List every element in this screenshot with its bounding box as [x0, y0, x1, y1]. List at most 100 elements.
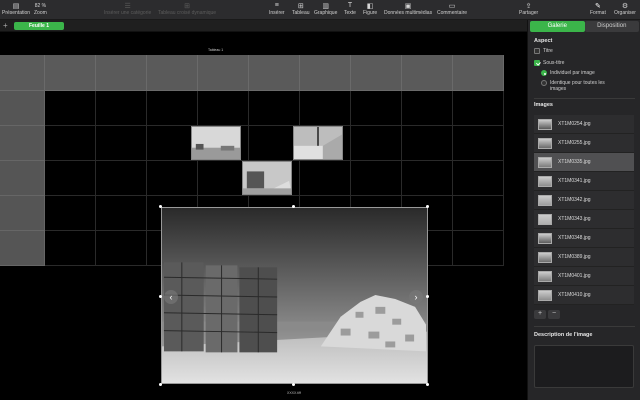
add-sheet-button[interactable]: + — [3, 20, 8, 32]
subtitle-checkbox[interactable] — [534, 60, 540, 66]
table-cell[interactable] — [453, 161, 504, 196]
table-title[interactable]: Tableau 1 — [208, 48, 223, 52]
table-cell[interactable] — [0, 91, 45, 126]
table-cell[interactable] — [300, 161, 351, 196]
table-cell[interactable] — [351, 126, 402, 161]
subtitle-option[interactable]: Sous-titre — [534, 60, 564, 66]
image-list-item[interactable]: XT1M0348.jpg — [534, 229, 634, 248]
table-cell[interactable] — [96, 196, 147, 231]
image-list-item[interactable]: XT1M0401.jpg — [534, 267, 634, 286]
table-cell[interactable] — [351, 91, 402, 126]
per-image-radio[interactable] — [541, 70, 547, 76]
table-cell[interactable] — [198, 55, 249, 91]
table-cell[interactable] — [96, 231, 147, 266]
resize-handle-br[interactable] — [426, 383, 429, 386]
tab-gallery[interactable]: Galerie — [530, 21, 585, 32]
resize-handle-top[interactable] — [292, 205, 295, 208]
resize-handle-bottom[interactable] — [292, 383, 295, 386]
title-option[interactable]: Titre — [534, 48, 553, 54]
table-cell[interactable] — [96, 161, 147, 196]
table-cell[interactable] — [45, 91, 96, 126]
table-cell[interactable] — [300, 55, 351, 91]
resize-handle-bl[interactable] — [159, 383, 162, 386]
table-cell[interactable] — [198, 91, 249, 126]
table-cell[interactable] — [0, 231, 45, 266]
table-cell[interactable] — [402, 126, 453, 161]
per-image-option[interactable]: Individuel par image — [541, 70, 595, 76]
resize-handle-tr[interactable] — [426, 205, 429, 208]
table-cell[interactable] — [300, 91, 351, 126]
table-cell[interactable] — [147, 55, 198, 91]
table-cell[interactable] — [402, 161, 453, 196]
resize-handle-right[interactable] — [426, 295, 429, 298]
add-image-button[interactable]: + — [534, 310, 546, 319]
images-list[interactable]: XT1M0254.jpg XT1M0255.jpg XT1M0335.jpg XT1M… — [534, 115, 634, 305]
table-cell[interactable] — [0, 126, 45, 161]
table-cell[interactable] — [249, 55, 300, 91]
table-cell[interactable] — [147, 91, 198, 126]
table-cell[interactable] — [0, 161, 45, 196]
image-list-item[interactable]: XT1M0335.jpg — [534, 153, 634, 172]
title-checkbox[interactable] — [534, 48, 540, 54]
image-list-item[interactable]: XT1M0341.jpg — [534, 172, 634, 191]
table-cell[interactable] — [96, 55, 147, 91]
table-cell[interactable] — [402, 55, 453, 91]
cell-image-3[interactable] — [242, 161, 292, 195]
same-for-all-option[interactable]: Identique pour toutes les images — [541, 80, 631, 92]
format-button[interactable]: ✎ Format — [590, 1, 606, 17]
table-cell[interactable] — [147, 161, 198, 196]
share-button[interactable]: ⇪ Partager — [519, 1, 538, 17]
table-cell[interactable] — [351, 161, 402, 196]
table-cell[interactable] — [453, 55, 504, 91]
resize-handle-tl[interactable] — [159, 205, 162, 208]
table-cell[interactable] — [45, 196, 96, 231]
shape-button[interactable]: ◧ Figure — [363, 1, 377, 17]
next-image-button[interactable]: › — [409, 290, 423, 304]
zoom-control[interactable]: 82 % Zoom — [34, 1, 47, 17]
table-cell[interactable] — [0, 196, 45, 231]
gallery-main-image[interactable] — [161, 207, 428, 384]
table-cell[interactable] — [453, 91, 504, 126]
resize-handle-left[interactable] — [159, 295, 162, 298]
table-cell[interactable] — [96, 126, 147, 161]
insert-button[interactable]: ≡ Insérer — [269, 1, 285, 16]
table-cell[interactable] — [453, 196, 504, 231]
image-list-item[interactable]: XT1M0343.jpg — [534, 210, 634, 229]
previous-image-button[interactable]: ‹ — [164, 290, 178, 304]
table-cell[interactable] — [45, 161, 96, 196]
shape-icon: ◧ — [366, 2, 374, 10]
tab-sheet-1[interactable]: Feuille 1 — [14, 22, 64, 30]
same-for-all-radio[interactable] — [541, 80, 547, 86]
table-cell[interactable] — [96, 91, 147, 126]
image-list-item[interactable]: XT1M0389.jpg — [534, 248, 634, 267]
table-cell[interactable] — [402, 91, 453, 126]
comment-button[interactable]: ▭ Commentaire — [437, 1, 467, 17]
cell-image-2[interactable] — [293, 126, 343, 160]
pivot-table-button[interactable]: ⊞ Tableau croisé dynamique — [158, 1, 216, 17]
table-cell[interactable] — [45, 55, 96, 91]
image-list-item[interactable]: XT1M0410.jpg — [534, 286, 634, 305]
text-button[interactable]: T Texte — [344, 1, 356, 16]
add-category-button[interactable]: ☰ Insérer une catégorie — [104, 1, 151, 17]
table-cell[interactable] — [453, 231, 504, 266]
image-list-item[interactable]: XT1M0255.jpg — [534, 134, 634, 153]
organize-button[interactable]: ⚙ Organiser — [614, 1, 636, 17]
table-button[interactable]: ⊞ Tableau — [292, 1, 310, 17]
table-cell[interactable] — [45, 231, 96, 266]
image-description-field[interactable] — [534, 345, 634, 388]
table-cell[interactable] — [453, 126, 504, 161]
chart-button[interactable]: ▥ Graphique — [314, 1, 337, 17]
tab-layout[interactable]: Disposition — [584, 21, 639, 32]
media-button[interactable]: ▣ Données multimédias — [384, 1, 432, 17]
table-cell[interactable] — [45, 126, 96, 161]
remove-image-button[interactable]: − — [548, 310, 560, 319]
image-list-item[interactable]: XT1M0342.jpg — [534, 191, 634, 210]
table-cell[interactable] — [0, 55, 45, 91]
cell-image-1[interactable] — [191, 126, 241, 160]
sheet-canvas[interactable]: Tableau 1 ‹ › XXXX.tiff — [0, 33, 527, 400]
image-caption[interactable]: XXXX.tiff — [287, 391, 301, 395]
image-list-item[interactable]: XT1M0254.jpg — [534, 115, 634, 134]
table-cell[interactable] — [351, 55, 402, 91]
presentation-button[interactable]: ▤ Présentation — [2, 1, 30, 17]
table-cell[interactable] — [249, 91, 300, 126]
